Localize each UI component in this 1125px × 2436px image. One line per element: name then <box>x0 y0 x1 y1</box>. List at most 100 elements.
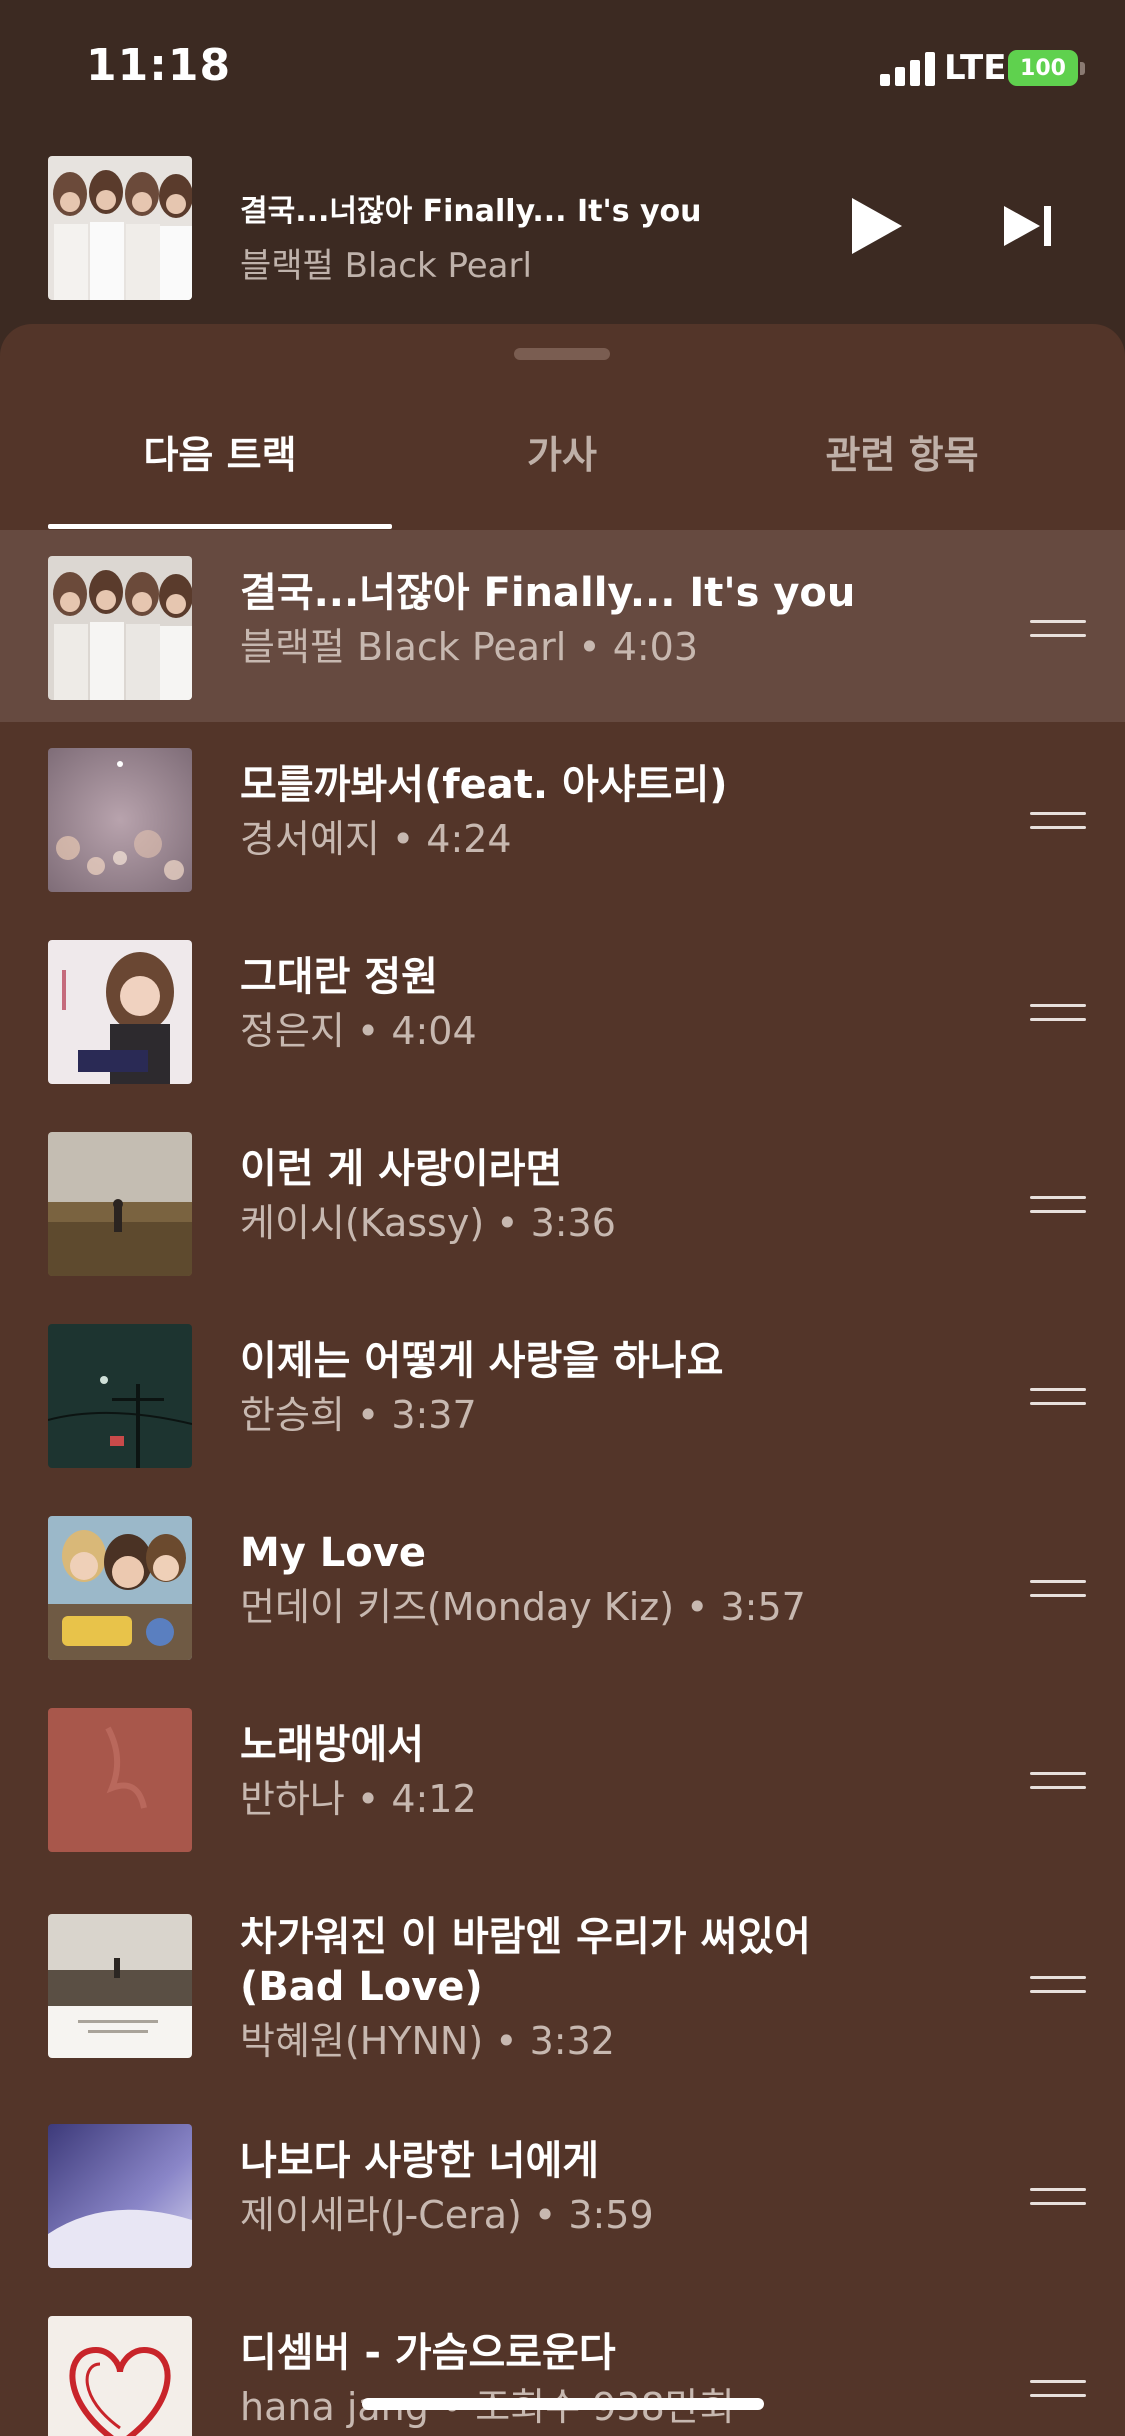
track-meta: 제이세라(J-Cera) • 3:59 <box>240 2186 900 2244</box>
mini-player-album-art[interactable] <box>48 156 192 300</box>
status-time: 11:18 <box>86 40 232 91</box>
mini-player-title: 결국...너잖아 Finally... It's you <box>240 194 702 229</box>
track-album-art <box>48 940 192 1084</box>
battery-level: 100 <box>1020 55 1066 81</box>
mini-player[interactable]: 결국...너잖아 Finally... It's you 블랙펄 Black P… <box>0 150 1125 310</box>
track-album-art <box>48 1914 192 2058</box>
track-album-art <box>48 1708 192 1852</box>
track-row[interactable]: 그대란 정원 정은지 • 4:04 <box>0 914 1125 1106</box>
track-text: 모를까봐서(feat. 아샤트리) 경서예지 • 4:24 <box>240 760 900 868</box>
track-album-art <box>48 748 192 892</box>
track-duration: 3:57 <box>720 1585 806 1629</box>
drag-handle-icon[interactable] <box>1030 1578 1086 1602</box>
queue-sheet: 다음 트랙 가사 관련 항목 결국...너잖아 Finally... It's … <box>0 324 1125 2436</box>
network-label: LTE <box>944 48 1007 88</box>
track-row[interactable]: 디셈버 - 가슴으로운다 hana jang•조회수 938만회 <box>0 2290 1125 2436</box>
home-indicator[interactable] <box>362 2398 764 2410</box>
drag-handle-icon[interactable] <box>1030 2378 1086 2402</box>
meta-separator: • <box>495 2019 518 2063</box>
track-text: My Love 먼데이 키즈(Monday Kiz) • 3:57 <box>240 1528 900 1636</box>
meta-separator: • <box>356 1009 380 1053</box>
track-title: 노래방에서 <box>240 1722 424 1768</box>
meta-separator: • <box>356 1393 380 1437</box>
cellular-signal-icon <box>880 52 935 86</box>
status-bar: 11:18 LTE 100 <box>0 0 1125 140</box>
skip-next-icon[interactable] <box>1000 204 1060 248</box>
track-album-art <box>48 1132 192 1276</box>
track-duration: 4:12 <box>391 1777 477 1821</box>
track-title: 결국...너잖아 Finally... It's you <box>240 570 856 616</box>
sheet-grabber[interactable] <box>514 348 610 360</box>
track-artist: 박혜원(HYNN) <box>240 2019 484 2063</box>
mini-player-artist: 블랙펄 Black Pearl <box>240 246 532 286</box>
tab-up-next[interactable]: 다음 트랙 <box>48 424 392 479</box>
tab-active-indicator <box>48 524 392 529</box>
track-title: 그대란 정원 <box>240 954 438 1000</box>
track-row[interactable]: My Love 먼데이 키즈(Monday Kiz) • 3:57 <box>0 1490 1125 1682</box>
track-meta: 먼데이 키즈(Monday Kiz) • 3:57 <box>240 1578 900 1636</box>
battery-nub <box>1080 62 1085 75</box>
track-artist: 반하나 <box>240 1777 345 1821</box>
track-duration: 3:32 <box>529 2019 615 2063</box>
track-title: 디셈버 - 가슴으로운다 <box>240 2330 616 2376</box>
track-artist: 제이세라(J-Cera) <box>240 2193 522 2237</box>
track-row[interactable]: 이제는 어떻게 사랑을 하나요 한승희 • 3:37 <box>0 1298 1125 1490</box>
track-duration: 3:37 <box>391 1393 477 1437</box>
track-row[interactable]: 결국...너잖아 Finally... It's you 블랙펄 Black P… <box>0 530 1125 722</box>
track-text: 이런 게 사랑이라면 케이시(Kassy) • 3:36 <box>240 1144 900 1252</box>
track-row[interactable]: 나보다 사랑한 너에게 제이세라(J-Cera) • 3:59 <box>0 2098 1125 2290</box>
drag-handle-icon[interactable] <box>1030 1770 1086 1794</box>
track-text: 노래방에서 반하나 • 4:12 <box>240 1720 900 1828</box>
tab-bar: 다음 트랙 가사 관련 항목 <box>0 384 1125 534</box>
track-row[interactable]: 차가워진 이 바람엔 우리가 써있어(Bad Love) 박혜원(HYNN) • 3… <box>0 1874 1125 2098</box>
track-duration: 3:36 <box>530 1201 616 1245</box>
track-duration: 4:03 <box>612 625 699 669</box>
drag-handle-icon[interactable] <box>1030 2186 1086 2210</box>
drag-handle-icon[interactable] <box>1030 810 1086 834</box>
drag-handle-icon[interactable] <box>1030 1194 1086 1218</box>
meta-separator: • <box>356 1777 380 1821</box>
track-meta: 블랙펄 Black Pearl • 4:03 <box>240 618 900 676</box>
meta-separator: • <box>391 817 415 861</box>
track-duration: 4:24 <box>426 817 512 861</box>
track-text: 차가워진 이 바람엔 우리가 써있어(Bad Love) 박혜원(HYNN) • 3… <box>240 1912 900 2070</box>
track-row[interactable]: 모를까봐서(feat. 아샤트리) 경서예지 • 4:24 <box>0 722 1125 914</box>
track-title: My Love <box>240 1530 426 1576</box>
track-title: 이런 게 사랑이라면 <box>240 1146 563 1192</box>
track-title: 나보다 사랑한 너에게 <box>240 2138 600 2184</box>
track-meta: 박혜원(HYNN) • 3:32 <box>240 2012 900 2070</box>
track-meta: 반하나 • 4:12 <box>240 1770 900 1828</box>
play-icon[interactable] <box>846 194 906 258</box>
track-artist: 정은지 <box>240 1009 345 1053</box>
track-album-art <box>48 556 192 700</box>
meta-separator: • <box>496 1201 519 1245</box>
track-text: 그대란 정원 정은지 • 4:04 <box>240 952 900 1060</box>
track-title: 차가워진 이 바람엔 우리가 써있어(Bad Love) <box>240 1914 811 2010</box>
track-artist: 블랙펄 Black Pearl <box>240 625 567 669</box>
drag-handle-icon[interactable] <box>1030 618 1086 642</box>
track-artist: 케이시(Kassy) <box>240 1201 485 1245</box>
drag-handle-icon[interactable] <box>1030 1002 1086 1026</box>
track-title: 모를까봐서(feat. 아샤트리) <box>240 762 728 808</box>
track-album-art <box>48 1516 192 1660</box>
meta-separator: • <box>533 2193 557 2237</box>
drag-handle-icon[interactable] <box>1030 1974 1086 1998</box>
battery-icon: 100 <box>1008 50 1078 86</box>
track-row[interactable]: 이런 게 사랑이라면 케이시(Kassy) • 3:36 <box>0 1106 1125 1298</box>
meta-separator: • <box>686 1585 709 1629</box>
track-text: 이제는 어떻게 사랑을 하나요 한승희 • 3:37 <box>240 1336 900 1444</box>
tab-lyrics[interactable]: 가사 <box>390 424 734 479</box>
track-meta: 정은지 • 4:04 <box>240 1002 900 1060</box>
track-title: 이제는 어떻게 사랑을 하나요 <box>240 1338 724 1384</box>
track-row[interactable]: 노래방에서 반하나 • 4:12 <box>0 1682 1125 1874</box>
track-list: 결국...너잖아 Finally... It's you 블랙펄 Black P… <box>0 530 1125 2436</box>
app-screen: 11:18 LTE 100 결국...너잖아 Finally... It's y… <box>0 0 1125 2436</box>
track-duration: 3:59 <box>568 2193 654 2237</box>
track-album-art <box>48 2124 192 2268</box>
drag-handle-icon[interactable] <box>1030 1386 1086 1410</box>
track-artist: 먼데이 키즈(Monday Kiz) <box>240 1585 675 1629</box>
track-album-art <box>48 2316 192 2436</box>
tab-related[interactable]: 관련 항목 <box>730 424 1074 479</box>
track-text: 결국...너잖아 Finally... It's you 블랙펄 Black P… <box>240 568 900 676</box>
track-text: 디셈버 - 가슴으로운다 hana jang•조회수 938만회 <box>240 2328 900 2436</box>
